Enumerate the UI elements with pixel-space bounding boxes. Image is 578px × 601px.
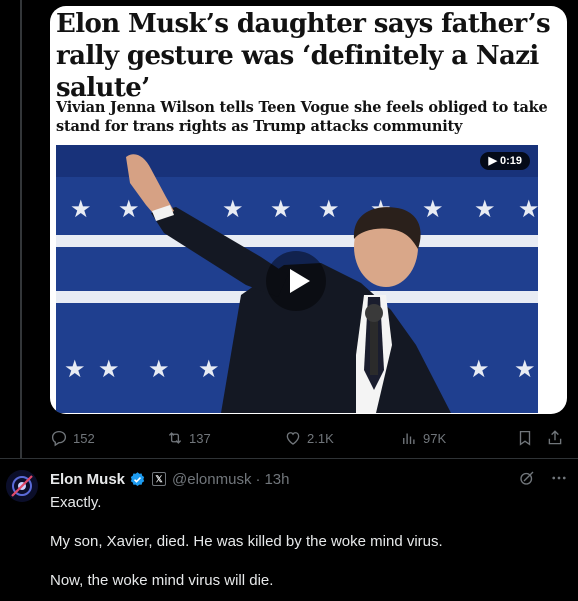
play-button[interactable] (266, 251, 326, 311)
svg-text:★: ★ (198, 355, 220, 383)
svg-text:★: ★ (270, 195, 292, 223)
post-action-bar: 152 137 2.1K 97K (50, 427, 570, 449)
reply-button[interactable]: 152 (50, 427, 95, 449)
analytics-icon (403, 433, 415, 444)
reply-count: 152 (73, 430, 95, 446)
author-name[interactable]: Elon Musk (50, 471, 125, 488)
repost-button[interactable]: 137 (166, 427, 211, 449)
svg-text:★: ★ (518, 195, 538, 223)
svg-text:★: ★ (118, 195, 140, 223)
x-affiliate-badge-icon: 𝕏 (152, 472, 167, 486)
share-button[interactable] (546, 427, 564, 449)
article-standfirst: Vivian Jenna Wilson tells Teen Vogue she… (56, 99, 548, 135)
grok-icon[interactable] (518, 469, 536, 487)
svg-text:★: ★ (422, 195, 444, 223)
video-player[interactable]: ★ ★ ★ ★ ★ ★ ★ ★ ★ ★ ★ ★ ★ ★ ★ ★ (56, 145, 538, 413)
verified-badge-icon (130, 471, 145, 486)
time-separator: · (255, 470, 261, 488)
view-count: 97K (423, 430, 447, 446)
svg-text:★: ★ (70, 195, 92, 223)
post-timestamp[interactable]: 13h (264, 471, 289, 488)
share-icon (548, 430, 562, 445)
more-options-icon[interactable] (550, 469, 568, 487)
svg-text:★: ★ (98, 355, 120, 383)
video-duration-text: 0:19 (499, 155, 522, 167)
bookmark-icon (519, 430, 531, 446)
svg-text:★: ★ (148, 355, 170, 383)
svg-text:★: ★ (318, 195, 340, 223)
svg-text:★: ★ (468, 355, 490, 383)
heart-icon (286, 432, 300, 445)
like-count: 2.1K (307, 430, 334, 446)
svg-text:★: ★ (64, 355, 86, 383)
svg-text:★: ★ (474, 195, 496, 223)
reply-body: Exactly. My son, Xavier, died. He was ki… (50, 493, 560, 601)
video-duration-badge: ▶ 0:19 (480, 152, 530, 170)
reply-line: Now, the woke mind virus will die. (50, 572, 274, 589)
post-divider (0, 458, 578, 459)
reply-line: Exactly. (50, 494, 102, 511)
bookmark-button[interactable] (516, 427, 534, 449)
repost-icon (168, 432, 182, 444)
reply-line: My son, Xavier, died. He was killed by t… (50, 533, 443, 550)
reply-icon (51, 430, 67, 447)
reply-header: Elon Musk 𝕏 @elonmusk · 13h (50, 469, 289, 489)
quoted-article-card[interactable]: Elon Musk’s daughter says father’s rally… (50, 6, 567, 414)
author-handle[interactable]: @elonmusk (172, 471, 251, 488)
article-headline: Elon Musk’s daughter says father’s rally… (56, 9, 551, 103)
svg-text:★: ★ (222, 195, 244, 223)
thread-connector-line (20, 0, 22, 458)
reply-header-actions (518, 469, 568, 487)
like-button[interactable]: 2.1K (284, 427, 334, 449)
svg-text:★: ★ (514, 355, 536, 383)
views-button[interactable]: 97K (400, 427, 446, 449)
avatar-image (6, 470, 38, 502)
repost-count: 137 (189, 430, 211, 446)
author-avatar[interactable] (6, 470, 38, 502)
